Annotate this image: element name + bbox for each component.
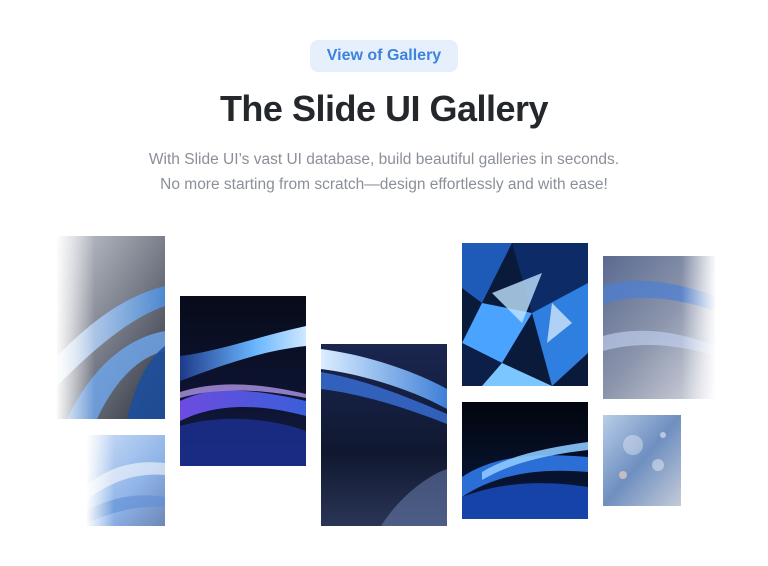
gallery-image-1[interactable] (57, 236, 165, 419)
abstract-blue-wave-image (462, 402, 588, 519)
gallery-image-2[interactable] (87, 435, 165, 526)
gallery-image-3[interactable] (180, 296, 306, 466)
view-gallery-badge[interactable]: View of Gallery (310, 40, 458, 72)
page-title: The Slide UI Gallery (219, 88, 549, 129)
abstract-blue-crystal-image (462, 243, 588, 386)
gallery-image-6[interactable] (462, 402, 588, 519)
abstract-blue-wave-image (321, 344, 447, 526)
gallery-image-4[interactable] (321, 344, 447, 526)
page-subtitle-line-1: With Slide UI’s vast UI database, build … (148, 151, 620, 168)
page-subtitle-line-2: No more starting from scratch—design eff… (160, 176, 608, 193)
abstract-blue-wave-image (180, 296, 306, 466)
abstract-blue-wave-image (603, 256, 715, 399)
gallery-image-8[interactable] (603, 415, 681, 506)
gallery-image-7[interactable] (603, 256, 715, 399)
abstract-blue-wave-image (87, 435, 165, 526)
gallery-page: View of Gallery The Slide UI Gallery Wit… (0, 0, 768, 566)
abstract-blue-bokeh-image (603, 415, 681, 506)
gallery-image-5[interactable] (462, 243, 588, 386)
abstract-blue-wave-image (57, 236, 165, 419)
